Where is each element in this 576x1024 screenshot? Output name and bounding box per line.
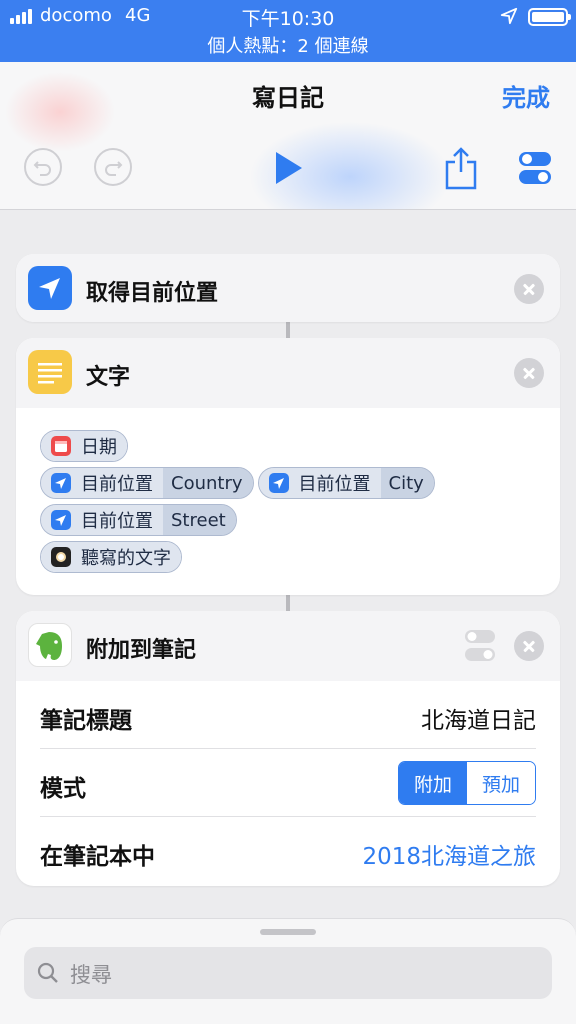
action-options-toggle[interactable] bbox=[464, 629, 496, 663]
text-field[interactable]: 日期 目前位置 Country 目前位置 City 目前位置 Street 聽寫… bbox=[40, 430, 550, 578]
note-title-label: 筆記標題 bbox=[40, 708, 132, 734]
mode-option-append[interactable]: 附加 bbox=[399, 762, 467, 804]
action-title: 附加到筆記 bbox=[86, 638, 197, 663]
search-icon bbox=[37, 962, 58, 983]
redo-icon bbox=[105, 161, 123, 176]
mode-label: 模式 bbox=[40, 776, 86, 802]
play-button[interactable] bbox=[274, 150, 304, 186]
settings-toggles-button[interactable] bbox=[518, 150, 552, 186]
action-get-location[interactable]: 取得目前位置 bbox=[16, 254, 560, 322]
note-title-field[interactable]: 北海道日記 bbox=[421, 701, 536, 735]
calendar-icon bbox=[51, 436, 71, 456]
action-connector bbox=[286, 322, 290, 338]
notebook-label: 在筆記本中 bbox=[40, 844, 155, 870]
evernote-elephant-icon bbox=[28, 623, 72, 667]
note-title-row[interactable]: 筆記標題 北海道日記 bbox=[40, 681, 536, 749]
dictation-icon bbox=[51, 547, 71, 567]
variable-token-date[interactable]: 日期 bbox=[40, 430, 128, 462]
mode-row: 模式 附加 預加 bbox=[40, 749, 536, 817]
remove-action-button[interactable] bbox=[514, 631, 544, 661]
action-title: 取得目前位置 bbox=[86, 281, 219, 306]
action-append-to-note[interactable]: 附加到筆記 筆記標題 北海道日記 模式 附加 預加 在筆記本中 2018北海道之… bbox=[16, 611, 560, 886]
location-arrow-icon bbox=[28, 266, 72, 310]
location-arrow-icon bbox=[51, 510, 71, 530]
text-lines-icon bbox=[28, 350, 72, 394]
variable-token-location-country[interactable]: 目前位置 Country bbox=[40, 467, 254, 499]
action-text[interactable]: 文字 日期 目前位置 Country 目前位置 City 目前位置 Street… bbox=[16, 338, 560, 595]
variable-token-location-city[interactable]: 目前位置 City bbox=[257, 467, 435, 499]
notebook-picker[interactable]: 2018北海道之旅 bbox=[362, 837, 536, 871]
search-placeholder: 搜尋 bbox=[70, 963, 112, 987]
mode-segmented-control[interactable]: 附加 預加 bbox=[398, 761, 536, 805]
remove-action-button[interactable] bbox=[514, 358, 544, 388]
editor-header: 寫日記 完成 bbox=[0, 62, 576, 210]
shortcut-title[interactable]: 寫日記 bbox=[0, 78, 576, 113]
clock: 下午10:30 bbox=[241, 8, 335, 30]
action-title: 文字 bbox=[86, 365, 131, 390]
done-button[interactable]: 完成 bbox=[502, 78, 550, 113]
search-input[interactable]: 搜尋 bbox=[24, 947, 552, 999]
variable-token-location-street[interactable]: 目前位置 Street bbox=[40, 504, 237, 536]
status-bar: docomo 4G 下午10:30 個人熱點：2 個連線 bbox=[0, 0, 576, 62]
battery-icon bbox=[528, 8, 571, 26]
undo-icon bbox=[33, 161, 51, 176]
hotspot-banner[interactable]: 個人熱點：2 個連線 bbox=[0, 32, 576, 58]
redo-button[interactable] bbox=[94, 148, 132, 186]
mode-option-prepend[interactable]: 預加 bbox=[467, 762, 535, 804]
remove-action-button[interactable] bbox=[514, 274, 544, 304]
location-services-icon bbox=[500, 7, 518, 25]
undo-button[interactable] bbox=[24, 148, 62, 186]
sheet-grabber[interactable] bbox=[260, 929, 316, 935]
location-arrow-icon bbox=[268, 473, 289, 493]
location-arrow-icon bbox=[51, 473, 71, 493]
variable-token-dictated-text[interactable]: 聽寫的文字 bbox=[40, 541, 182, 573]
notebook-row[interactable]: 在筆記本中 2018北海道之旅 bbox=[40, 817, 536, 885]
action-connector bbox=[286, 595, 290, 611]
action-library-sheet: 搜尋 bbox=[0, 918, 576, 1024]
share-button[interactable] bbox=[444, 146, 478, 190]
